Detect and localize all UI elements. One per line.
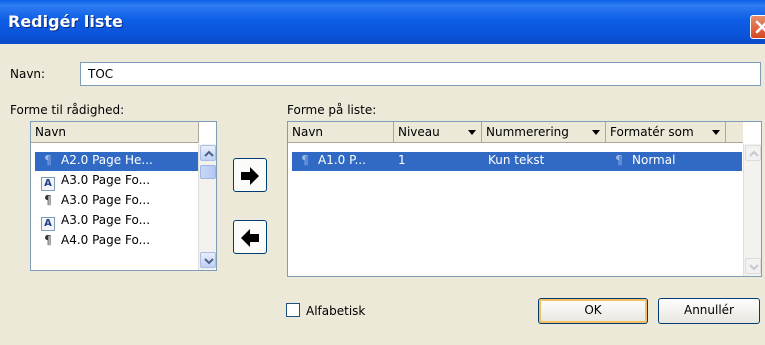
remove-from-list-button[interactable] [233, 220, 267, 254]
list-item[interactable]: ¶ A2.0 Page He... [35, 152, 199, 171]
dropdown-arrow-icon [592, 130, 600, 135]
column-header-name[interactable]: Navn [288, 122, 394, 143]
edit-list-dialog: Redigér liste Navn: Forme til rådighed: … [0, 0, 765, 345]
available-styles-list[interactable]: Navn ¶ A2.0 Page He... A A3.0 Page Fo... ¶… [30, 121, 217, 271]
scroll-thumb[interactable] [200, 165, 216, 179]
list-item-label: A4.0 Page Fo... [61, 233, 151, 247]
list-item[interactable]: ¶ A4.0 Page Fo... [35, 232, 199, 251]
scroll-up-button[interactable] [200, 145, 216, 161]
character-style-icon: A [41, 217, 55, 231]
title-bar[interactable]: Redigér liste [0, 0, 765, 44]
available-list-header: Navn [31, 122, 199, 143]
list-item[interactable]: A A3.0 Page Fo... [35, 172, 199, 191]
cancel-button[interactable]: Annullér [658, 298, 760, 324]
table-cell-format-text: Normal [632, 153, 676, 167]
list-item-label: A3.0 Page Fo... [61, 173, 151, 187]
available-list-scrollbar[interactable] [198, 144, 216, 270]
column-header-numbering-label: Nummerering [486, 125, 569, 139]
column-header-name[interactable]: Navn [31, 122, 199, 143]
list-item[interactable]: A A3.0 Page Fo... [35, 212, 199, 231]
window-title: Redigér liste [8, 12, 123, 31]
scroll-up-button[interactable] [745, 145, 761, 161]
column-header-level[interactable]: Niveau [394, 122, 482, 143]
paragraph-style-icon: ¶ [44, 233, 52, 247]
column-header-format-as-label: Formatér som [610, 125, 694, 139]
styles-on-list-table[interactable]: Navn Niveau Nummerering Formatér som ¶ A1… [287, 121, 762, 277]
arrow-left-icon [241, 229, 259, 247]
table-cell-format: ¶ Normal [612, 153, 675, 167]
table-cell-name: ¶ A1.0 P... [298, 153, 366, 167]
scroll-down-button[interactable] [200, 252, 216, 268]
close-button[interactable] [750, 15, 765, 39]
alphabetical-checkbox[interactable] [286, 303, 300, 317]
on-list-scrollbar[interactable] [743, 144, 761, 276]
column-header-numbering[interactable]: Nummerering [482, 122, 606, 143]
table-cell-level: 1 [398, 153, 406, 167]
list-item-label: A2.0 Page He... [61, 153, 153, 167]
styles-on-list-label: Forme på liste: [287, 103, 377, 117]
close-icon [755, 20, 765, 34]
alphabetical-label[interactable]: Alfabetisk [306, 304, 365, 318]
column-header-format-as[interactable]: Formatér som [606, 122, 726, 143]
paragraph-style-icon: ¶ [44, 193, 52, 207]
paragraph-style-icon: ¶ [44, 153, 52, 167]
chevron-down-icon [204, 258, 214, 265]
list-item-label: A3.0 Page Fo... [61, 213, 151, 227]
ok-button[interactable]: OK [538, 298, 648, 324]
table-cell-numbering: Kun tekst [488, 153, 545, 167]
scroll-down-button[interactable] [745, 258, 761, 274]
paragraph-style-icon: ¶ [615, 153, 623, 167]
chevron-down-icon [749, 264, 759, 271]
name-input[interactable] [80, 62, 761, 86]
chevron-up-icon [749, 150, 759, 157]
character-style-icon: A [41, 177, 55, 191]
on-list-header: Navn Niveau Nummerering Formatér som [288, 122, 743, 143]
chevron-up-icon [204, 150, 214, 157]
column-header-level-label: Niveau [398, 125, 440, 139]
arrow-right-icon [241, 167, 259, 185]
name-label: Navn: [10, 67, 46, 81]
dropdown-arrow-icon [468, 130, 476, 135]
table-row[interactable]: ¶ A1.0 P... 1 Kun tekst ¶ Normal [292, 152, 742, 171]
dropdown-arrow-icon [712, 130, 720, 135]
add-to-list-button[interactable] [233, 158, 267, 192]
paragraph-style-icon: ¶ [301, 153, 309, 167]
available-styles-label: Forme til rådighed: [10, 103, 125, 117]
table-cell-name-text: A1.0 P... [318, 153, 366, 167]
list-item[interactable]: ¶ A3.0 Page Fo... [35, 192, 199, 211]
list-item-label: A3.0 Page Fo... [61, 193, 151, 207]
